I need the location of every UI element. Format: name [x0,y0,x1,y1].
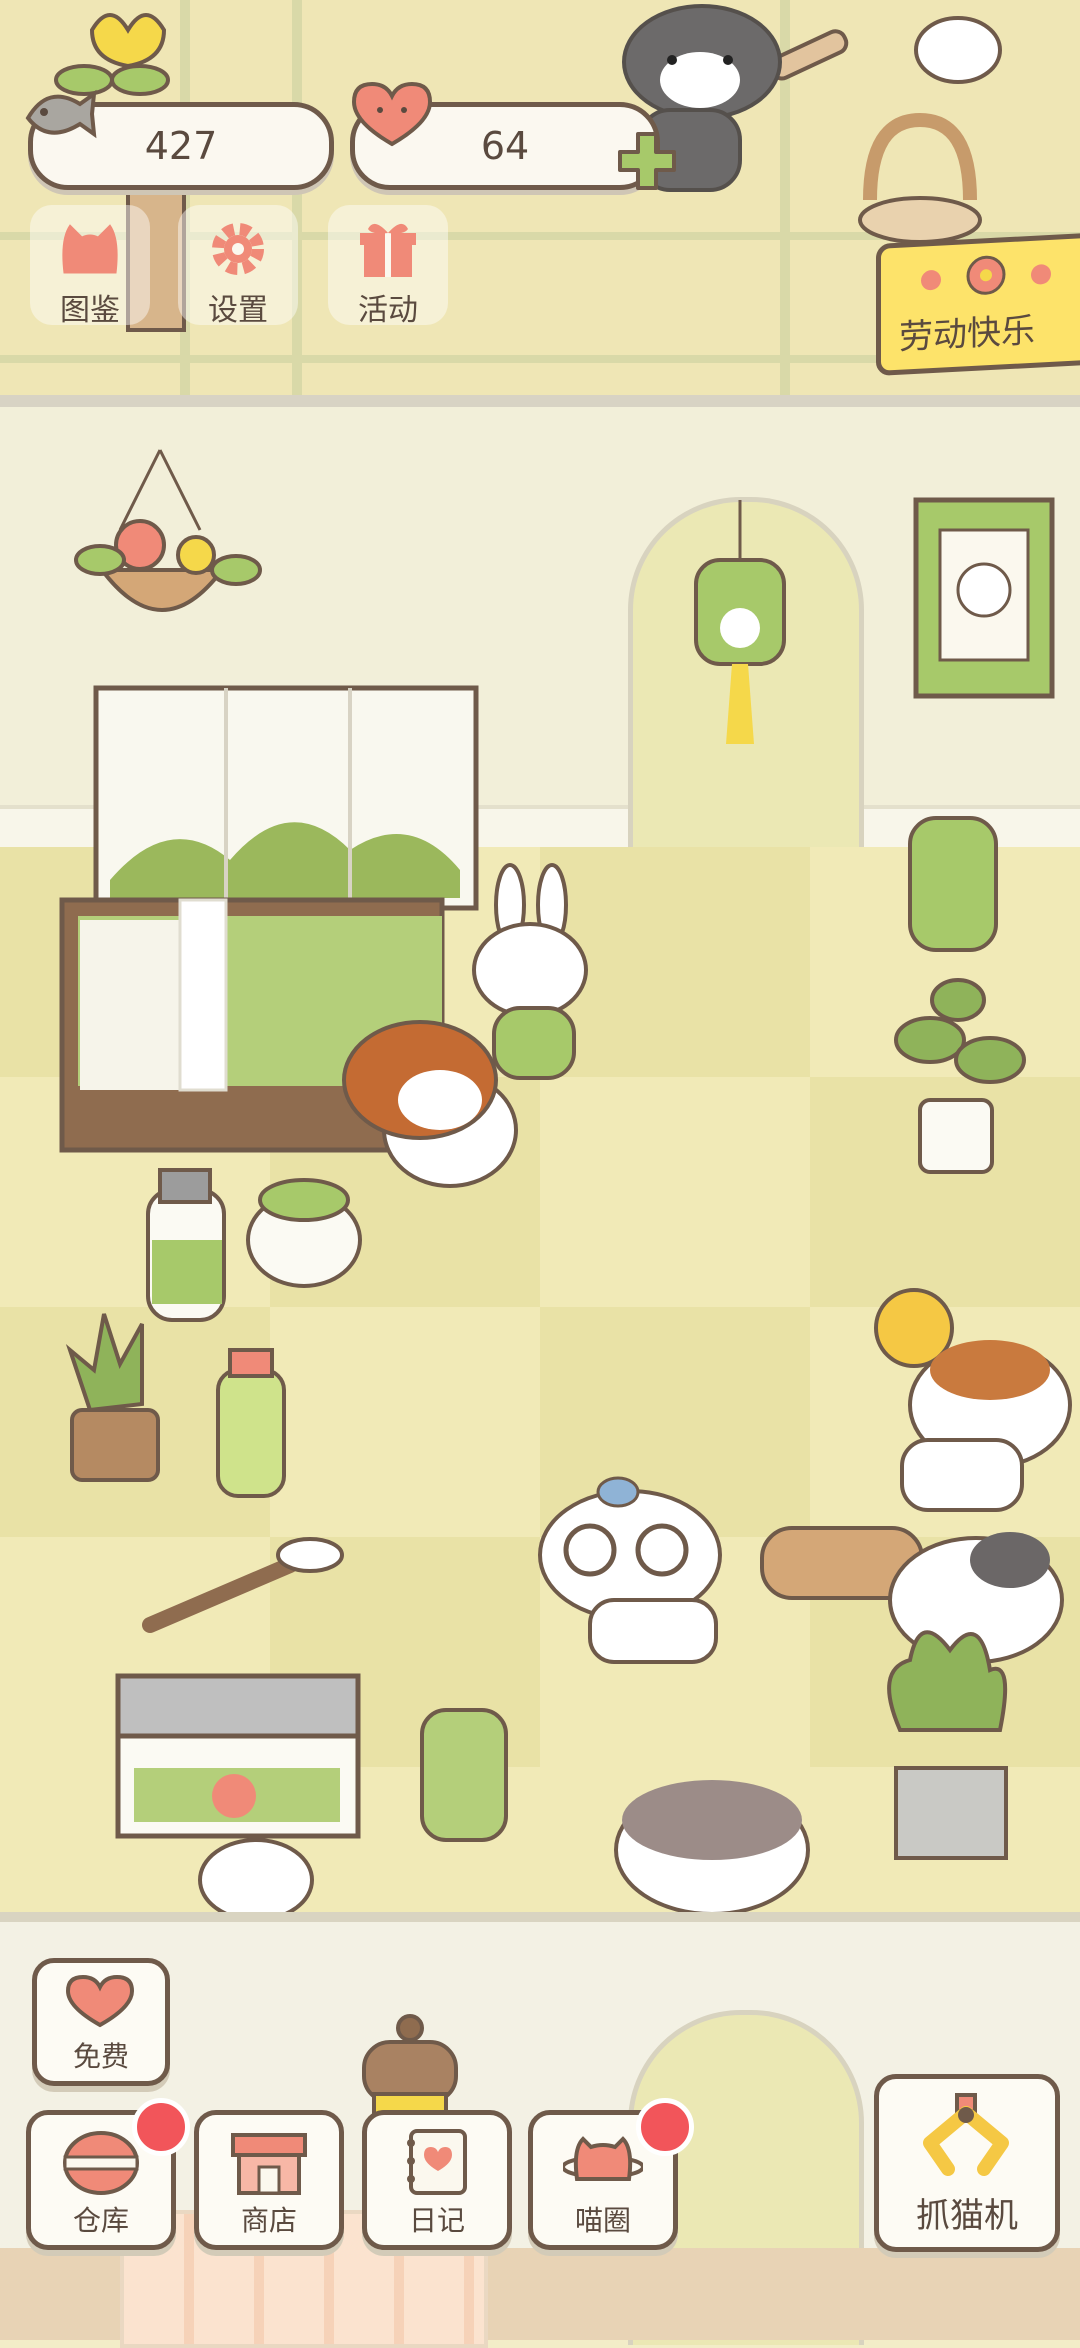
diary-button[interactable]: 日记 [362,2110,512,2250]
cat-planet-icon [563,2136,643,2181]
glasses-cat [538,1476,722,1664]
heart-icon [65,1974,135,2028]
divider [0,1912,1080,1922]
warehouse-icon [63,2131,139,2195]
hanging-flower-pot [74,449,262,612]
warehouse-label: 仓库 [72,2204,129,2237]
claw-icon [923,2093,1009,2176]
fish-count: 427 [144,124,218,168]
bunny [472,863,588,1080]
free-label: 免费 [72,2040,129,2073]
canister [908,816,998,952]
shop-label: 商店 [240,2204,297,2237]
cat-face-icon [62,224,118,274]
cat-teaser-toy [142,1537,344,1633]
potted-plant-left [65,1313,160,1482]
free-button[interactable]: 免费 [32,1958,170,2086]
plant-pot-small [914,16,1002,84]
diary-icon [407,2129,467,2195]
gear-icon [212,223,264,275]
shop-icon [231,2133,307,2195]
jar [420,1708,508,1842]
event-banner[interactable]: 劳动快乐 [876,231,1080,377]
heart-icon [351,81,433,147]
catalog-button[interactable]: 图鉴 [30,205,150,328]
lantern [362,2014,458,2118]
hanging-lantern [694,500,786,744]
gift-icon [360,223,416,277]
flower-icon [921,255,1051,295]
heart-count: 64 [480,124,530,168]
events-label: 活动 [358,293,418,328]
cat-circle-notification-badge [636,2098,694,2156]
warehouse-notification-badge [132,2098,190,2156]
event-banner-label: 劳动快乐 [899,310,1035,358]
fish-icon [25,89,97,139]
bottles [146,1168,362,1498]
tricolor-cat [887,1532,1064,1860]
diary-label: 日记 [408,2204,465,2237]
calico-cat [342,1020,518,1188]
rice-ball [198,1838,314,1912]
events-button[interactable]: 活动 [328,205,448,328]
claw-machine-label: 抓猫机 [916,2196,1018,2236]
chair [858,112,982,244]
orange-cat [874,1288,1072,1512]
ragdoll-cat [614,1780,810,1912]
cardboard-box [115,1673,361,1839]
settings-button[interactable]: 设置 [178,205,298,328]
add-hearts-button[interactable] [614,128,680,194]
potted-plant-right [894,978,1026,1174]
cat-circle-label: 喵圈 [574,2204,631,2237]
wall-scroll [913,497,1055,699]
claw-machine-button[interactable]: 抓猫机 [874,2074,1060,2252]
shop-button[interactable]: 商店 [194,2110,344,2250]
settings-label: 设置 [208,293,268,328]
catalog-label: 图鉴 [60,293,120,328]
